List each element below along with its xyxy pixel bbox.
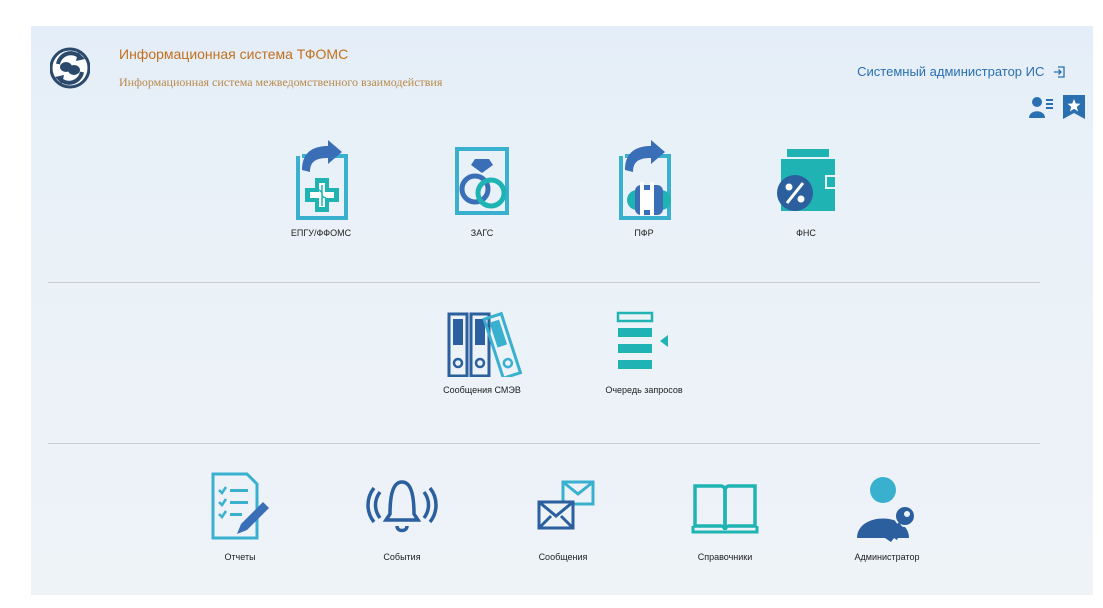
tile-label: События <box>383 552 421 562</box>
tile-fns[interactable]: ФНС <box>736 147 876 238</box>
pension-fund-icon <box>619 140 671 220</box>
tile-label: Отчеты <box>224 552 256 562</box>
envelopes-icon <box>537 480 595 530</box>
admin-key-icon <box>857 477 916 542</box>
tile-request-queue[interactable]: Очередь запросов <box>574 311 714 395</box>
logout-icon[interactable] <box>1053 66 1065 81</box>
tile-label: Сообщения <box>538 552 588 562</box>
section-divider <box>48 443 1040 444</box>
tile-label: Сообщения СМЭВ <box>443 385 521 395</box>
tile-label: ПФР <box>634 228 654 238</box>
bookmark-star-icon[interactable] <box>1063 95 1085 124</box>
user-list-icon[interactable] <box>1029 95 1053 124</box>
binders-icon <box>447 311 522 377</box>
report-icon <box>211 472 269 540</box>
tile-label: ФНС <box>796 228 816 238</box>
tile-pfr[interactable]: ПФР <box>574 140 714 238</box>
tile-label: Администратор <box>854 552 920 562</box>
book-icon <box>691 484 759 534</box>
tile-label: ЕПГУ/ФФОМС <box>290 228 352 238</box>
tile-dictionaries[interactable]: Справочники <box>655 472 795 562</box>
section-divider <box>48 282 1040 283</box>
medical-cross-icon <box>296 140 348 220</box>
tile-reports[interactable]: Отчеты <box>170 472 310 562</box>
tile-events[interactable]: События <box>332 472 472 562</box>
tax-percent-icon <box>777 149 837 211</box>
tile-zags[interactable]: ЗАГС <box>412 147 552 238</box>
tile-messages[interactable]: Сообщения <box>493 472 633 562</box>
app-title: Информационная система ТФОМС <box>119 46 349 62</box>
tile-administrator[interactable]: Администратор <box>817 472 957 562</box>
queue-list-icon <box>616 311 668 369</box>
rings-icon <box>455 147 509 215</box>
tile-label: Справочники <box>697 552 753 562</box>
app-subtitle: Информационная система межведомственного… <box>119 75 443 89</box>
tile-label: Очередь запросов <box>605 385 683 395</box>
tile-label: ЗАГС <box>470 228 494 238</box>
sync-logo-icon[interactable] <box>49 47 91 89</box>
user-menu[interactable]: Системный администратор ИС <box>857 64 1065 81</box>
tile-smev-messages[interactable]: Сообщения СМЭВ <box>412 311 552 395</box>
user-name: Системный администратор ИС <box>857 64 1045 79</box>
bell-icon <box>366 480 438 533</box>
tile-epgu-ffoms[interactable]: ЕПГУ/ФФОМС <box>251 140 391 238</box>
